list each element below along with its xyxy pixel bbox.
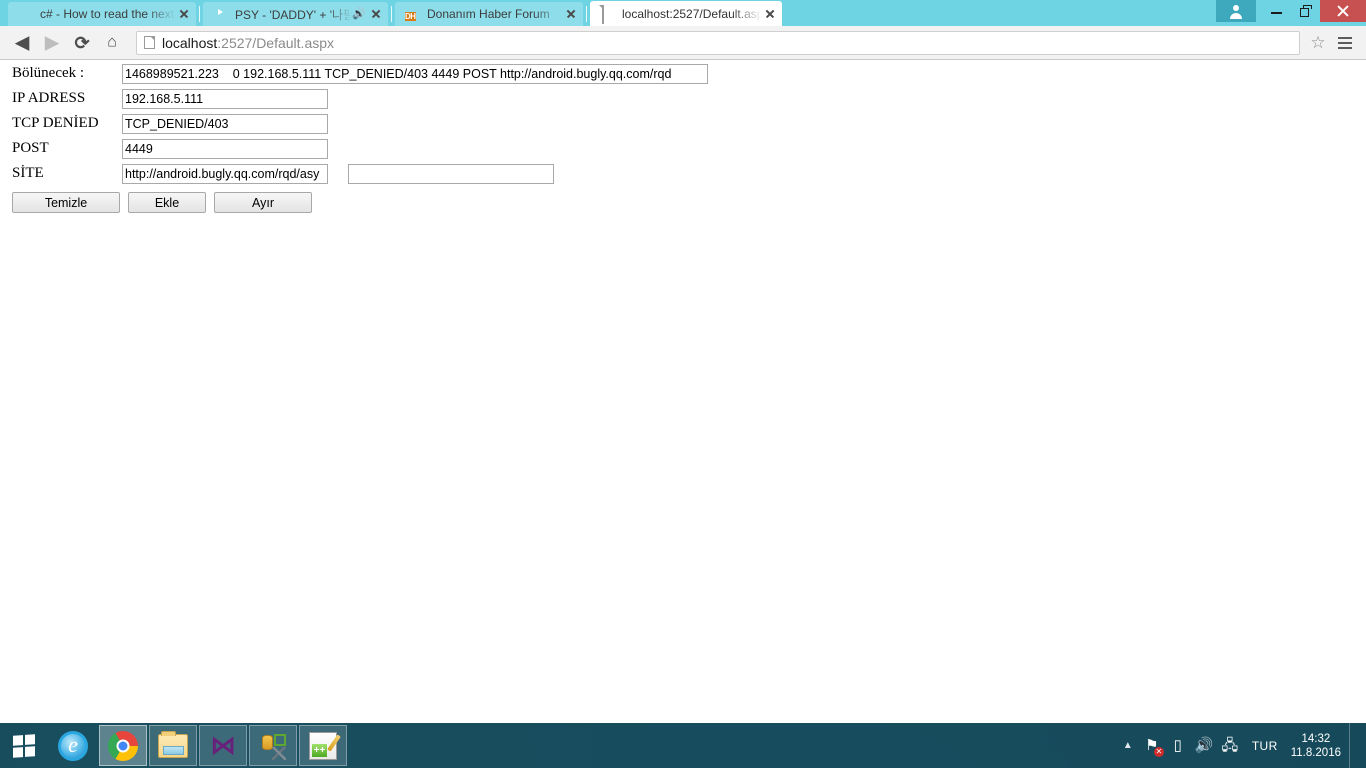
browser-tab-3[interactable]: DH Donanım Haber Forum bbox=[395, 2, 583, 26]
forward-button[interactable]: ▶ bbox=[38, 29, 66, 57]
youtube-icon bbox=[213, 6, 229, 22]
input-site[interactable]: http://android.bugly.qq.com/rqd/asy bbox=[122, 163, 328, 184]
window-caption-buttons bbox=[1216, 0, 1366, 26]
person-icon bbox=[1230, 5, 1242, 19]
label-post: POST bbox=[12, 140, 49, 156]
start-button[interactable] bbox=[0, 723, 48, 768]
label-bolunecek: Bölünecek : bbox=[12, 65, 85, 81]
bookmark-star-icon[interactable]: ☆ bbox=[1306, 31, 1330, 55]
minimize-button[interactable] bbox=[1262, 0, 1291, 22]
tab-divider bbox=[586, 6, 587, 22]
web-page-content: Bölünecek : 1468989521.223 0 192.168.5.1… bbox=[0, 61, 1366, 723]
system-tray: ▲ ⚑ ✕ ▯ 🔊 🖧 TUR 14:32 11.8.2016 bbox=[1117, 723, 1366, 768]
address-bar-text: localhost:2527/Default.aspx bbox=[162, 35, 334, 51]
input-extra[interactable] bbox=[348, 163, 554, 184]
label-tcp-denied: TCP DENİED bbox=[12, 115, 99, 131]
network-icon[interactable]: 🖧 bbox=[1217, 723, 1243, 768]
tab-title: PSY - 'DADDY' + '나팔 bbox=[235, 7, 352, 22]
language-indicator[interactable]: TUR bbox=[1243, 723, 1287, 768]
browser-toolbar: ◀ ▶ ⟳ ⌂ localhost:2527/Default.aspx ☆ bbox=[0, 26, 1366, 60]
notepad-plus-plus-icon: ++ bbox=[309, 731, 341, 760]
chrome-icon bbox=[108, 730, 138, 761]
page-icon bbox=[144, 36, 155, 49]
clock-date: 11.8.2016 bbox=[1290, 746, 1341, 759]
browser-tab-1[interactable]: c# - How to read the next bbox=[8, 2, 196, 26]
tab-close-button[interactable] bbox=[762, 6, 778, 22]
ayir-button[interactable]: Ayır bbox=[214, 192, 312, 213]
battery-glyph: ▯ bbox=[1173, 737, 1182, 754]
volume-icon[interactable]: 🔊 bbox=[1191, 723, 1217, 768]
network-glyph: 🖧 bbox=[1221, 737, 1239, 754]
visual-studio-icon: ⋈ bbox=[210, 730, 236, 761]
tab-close-button[interactable] bbox=[563, 6, 579, 22]
form-row-ip-adress: IP ADRESS 192.168.5.111 bbox=[0, 86, 1366, 111]
sql-tool-icon bbox=[259, 732, 287, 760]
taskbar-item-sql-tool[interactable] bbox=[249, 725, 297, 766]
dh-icon: DH bbox=[405, 6, 421, 22]
url-host: localhost bbox=[162, 34, 218, 51]
tab-close-button[interactable] bbox=[368, 6, 384, 22]
form-row-tcp-denied: TCP DENİED TCP_DENIED/403 bbox=[0, 111, 1366, 136]
npp-glyph: ++ bbox=[312, 743, 327, 757]
clock-time: 14:32 bbox=[1301, 732, 1331, 745]
input-post[interactable]: 4449 bbox=[122, 138, 328, 159]
chrome-browser-window: c# - How to read the next PSY - 'DADDY' … bbox=[0, 0, 1366, 723]
dh-icon-label: DH bbox=[405, 12, 416, 21]
internet-explorer-icon bbox=[58, 730, 88, 761]
label-ip-adress: IP ADRESS bbox=[12, 90, 86, 106]
taskbar-item-file-explorer[interactable] bbox=[149, 725, 197, 766]
close-window-button[interactable] bbox=[1320, 0, 1366, 22]
tab-close-button[interactable] bbox=[176, 6, 192, 22]
home-button[interactable]: ⌂ bbox=[98, 29, 126, 57]
tab-audio-icon[interactable]: 🔊 bbox=[352, 8, 366, 20]
home-icon: ⌂ bbox=[107, 33, 117, 51]
java-icon bbox=[18, 6, 34, 22]
taskbar-item-google-chrome[interactable] bbox=[99, 725, 147, 766]
form-row-bolunecek: Bölünecek : 1468989521.223 0 192.168.5.1… bbox=[0, 61, 1366, 86]
taskbar-item-notepad-plus-plus[interactable]: ++ bbox=[299, 725, 347, 766]
person-icon-button[interactable] bbox=[1216, 0, 1256, 22]
clock[interactable]: 14:32 11.8.2016 bbox=[1287, 732, 1349, 760]
address-bar[interactable]: localhost:2527/Default.aspx bbox=[136, 30, 1300, 55]
form-button-row: Temizle Ekle Ayır bbox=[0, 192, 1366, 213]
reload-button[interactable]: ⟳ bbox=[68, 29, 96, 57]
action-center-icon[interactable]: ⚑ ✕ bbox=[1139, 723, 1165, 768]
tab-title: localhost:2527/Default.aspx bbox=[622, 6, 762, 21]
tab-divider bbox=[391, 6, 392, 22]
back-button[interactable]: ◀ bbox=[8, 29, 36, 57]
ekle-button[interactable]: Ekle bbox=[128, 192, 206, 213]
url-path: :2527/Default.aspx bbox=[217, 34, 335, 51]
form-row-post: POST 4449 bbox=[0, 136, 1366, 161]
star-glyph: ☆ bbox=[1310, 32, 1326, 52]
input-bolunecek[interactable]: 1468989521.223 0 192.168.5.111 TCP_DENIE… bbox=[122, 63, 708, 84]
volume-glyph: 🔊 bbox=[1194, 737, 1214, 754]
restore-button[interactable] bbox=[1291, 0, 1320, 22]
tab-strip: c# - How to read the next PSY - 'DADDY' … bbox=[0, 0, 1366, 26]
tab-title: Donanım Haber Forum bbox=[427, 7, 550, 21]
page-icon bbox=[600, 4, 616, 24]
forward-arrow-icon: ▶ bbox=[44, 32, 60, 53]
tab-title: c# - How to read the next bbox=[40, 7, 175, 21]
hamburger-menu-icon[interactable] bbox=[1332, 30, 1358, 56]
input-tcp-denied[interactable]: TCP_DENIED/403 bbox=[122, 113, 328, 134]
taskbar-item-internet-explorer[interactable] bbox=[49, 725, 97, 766]
windows-logo-icon bbox=[13, 733, 35, 758]
browser-tab-2[interactable]: PSY - 'DADDY' + '나팔 🔊 bbox=[203, 2, 388, 26]
tab-divider bbox=[199, 6, 200, 22]
reload-icon: ⟳ bbox=[74, 32, 90, 53]
temizle-button[interactable]: Temizle bbox=[12, 192, 120, 213]
form-row-site: SİTE http://android.bugly.qq.com/rqd/asy bbox=[0, 161, 1366, 186]
action-center-badge: ✕ bbox=[1153, 747, 1164, 757]
folder-icon bbox=[158, 730, 188, 758]
taskbar-item-visual-studio[interactable]: ⋈ bbox=[199, 725, 247, 766]
browser-tab-4-active[interactable]: localhost:2527/Default.aspx bbox=[590, 1, 782, 26]
back-arrow-icon: ◀ bbox=[14, 32, 30, 53]
windows-taskbar: ⋈ ++ ▲ ⚑ ✕ ▯ 🔊 🖧 TUR 14:32 11.8.2016 bbox=[0, 723, 1366, 768]
tray-expand-icon[interactable]: ▲ bbox=[1117, 723, 1139, 768]
battery-icon[interactable]: ▯ bbox=[1165, 723, 1191, 768]
input-ip-adress[interactable]: 192.168.5.111 bbox=[122, 88, 328, 109]
show-desktop-button[interactable] bbox=[1349, 723, 1358, 768]
label-site: SİTE bbox=[12, 165, 44, 181]
